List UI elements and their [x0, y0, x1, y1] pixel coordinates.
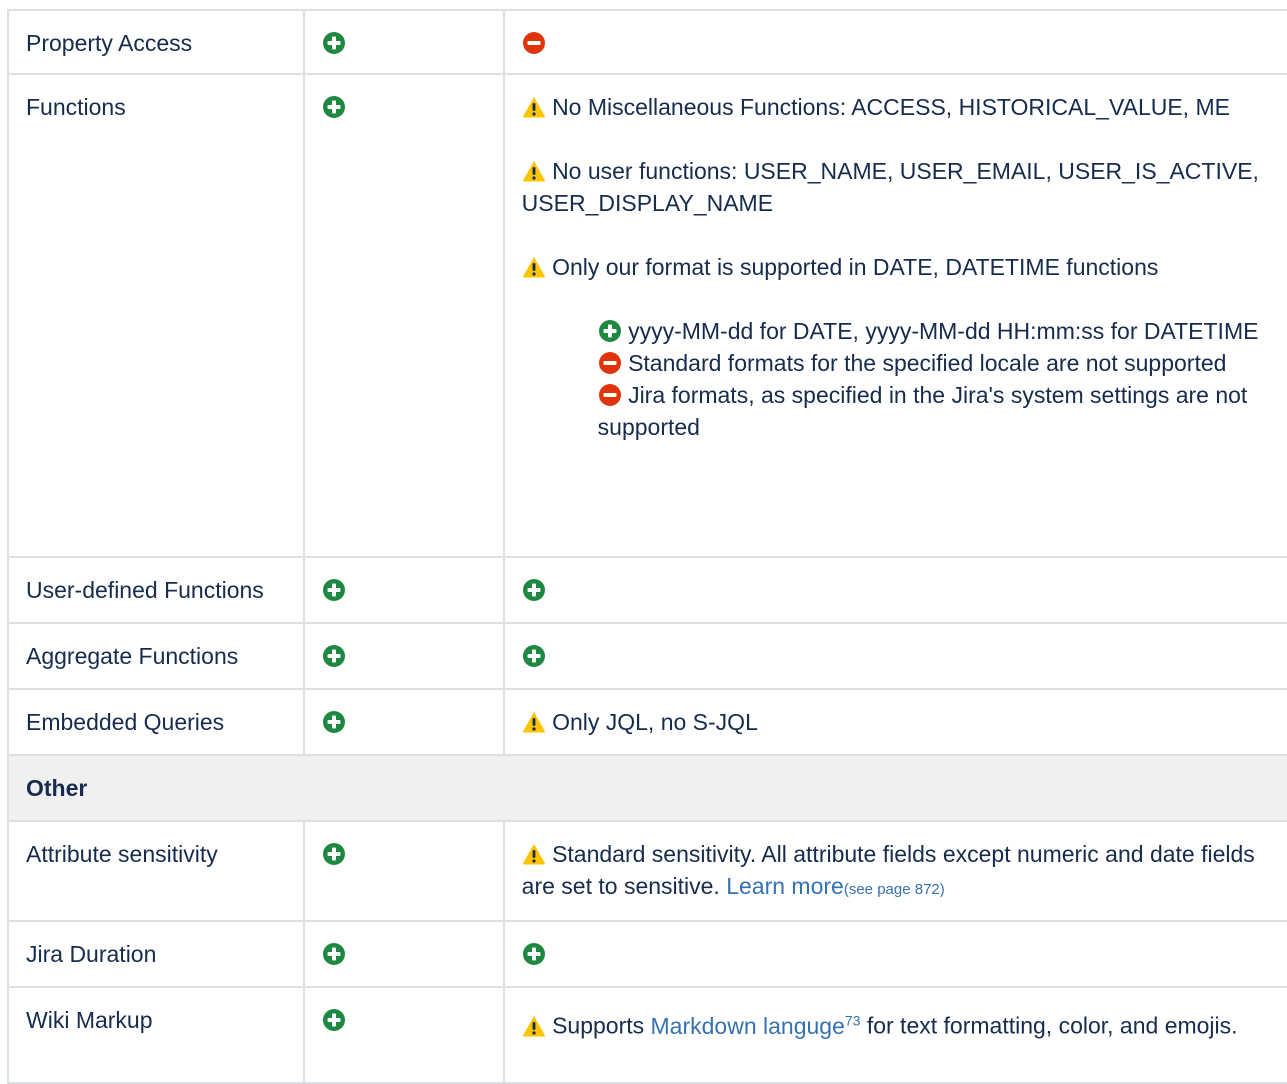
list-item: Standard formats for the specified local…: [598, 347, 1278, 379]
page-reference[interactable]: (see page 872): [844, 881, 945, 898]
plus-circle-icon: [322, 1008, 346, 1032]
warning-icon: [522, 842, 546, 866]
warning-icon: [522, 95, 546, 119]
list-item: Jira formats, as specified in the Jira's…: [597, 382, 1248, 440]
plus-circle-icon: [322, 31, 346, 55]
row-label: Property Access: [7, 9, 305, 75]
plus-circle-icon: [522, 644, 546, 668]
footnote-ref[interactable]: 73: [845, 1012, 861, 1028]
row-label: Jira Duration: [7, 920, 305, 988]
table-row: Aggregate Functions: [7, 622, 1287, 690]
plus-circle-icon: [598, 319, 622, 343]
row-label: Functions: [7, 73, 305, 558]
plus-circle-icon: [322, 942, 346, 966]
warning-icon: [522, 710, 546, 734]
warning-icon: [522, 1014, 546, 1038]
plus-circle-icon: [322, 578, 346, 602]
note: Only JQL, no S-JQL: [552, 709, 758, 735]
table-row: Functions No Miscellaneous Functions: AC…: [7, 73, 1287, 558]
markdown-link[interactable]: Markdown languge73: [651, 1012, 861, 1039]
feature-comparison-table: Property Access Functions No Miscellaneo…: [7, 9, 1287, 1084]
list-item: yyyy-MM-dd for DATE, yyyy-MM-dd HH:mm:ss…: [598, 315, 1278, 347]
note: No Miscellaneous Functions: ACCESS, HIST…: [522, 91, 1278, 123]
row-label: Wiki Markup: [7, 986, 305, 1084]
plus-circle-icon: [522, 578, 546, 602]
plus-circle-icon: [322, 842, 346, 866]
note: No user functions: USER_NAME, USER_EMAIL…: [521, 158, 1259, 216]
minus-circle-icon: [598, 383, 622, 407]
row-label: Attribute sensitivity: [7, 820, 305, 922]
table-row: Wiki Markup Supports Markdown languge73 …: [7, 986, 1287, 1084]
row-label: User-defined Functions: [7, 556, 305, 624]
section-header-row: Other: [7, 754, 1287, 822]
table-row: User-defined Functions: [7, 556, 1287, 624]
row-label: Aggregate Functions: [7, 622, 305, 690]
plus-circle-icon: [522, 942, 546, 966]
minus-circle-icon: [598, 351, 622, 375]
minus-circle-icon: [522, 31, 546, 55]
table-row: Property Access: [7, 9, 1287, 75]
note: Only our format is supported in DATE, DA…: [522, 251, 1278, 283]
learn-more-link[interactable]: Learn more(see page 872): [726, 873, 945, 899]
format-list: yyyy-MM-dd for DATE, yyyy-MM-dd HH:mm:ss…: [598, 315, 1278, 443]
plus-circle-icon: [322, 644, 346, 668]
section-title: Other: [7, 754, 1287, 822]
warning-icon: [522, 159, 546, 183]
warning-icon: [522, 255, 546, 279]
table-row: Attribute sensitivity Standard sensitivi…: [7, 820, 1287, 922]
plus-circle-icon: [322, 95, 346, 119]
table-row: Embedded Queries Only JQL, no S-JQL: [7, 688, 1287, 756]
row-label: Embedded Queries: [7, 688, 305, 756]
table-row: Jira Duration: [7, 920, 1287, 988]
plus-circle-icon: [322, 710, 346, 734]
